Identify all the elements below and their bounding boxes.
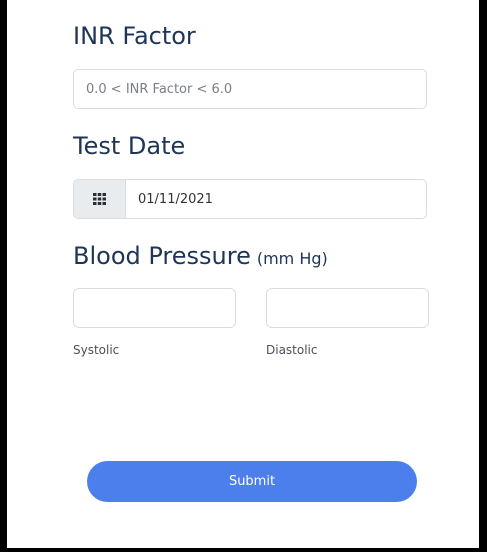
test-date-label: Test Date [73,132,186,160]
systolic-label: Systolic [73,343,120,357]
systolic-input[interactable] [74,289,239,329]
blood-pressure-label: Blood Pressure (mm Hg) [73,242,328,270]
test-date-input[interactable] [126,180,426,218]
calendar-grid-icon [93,193,106,205]
calendar-button[interactable] [74,180,126,218]
inr-factor-label: INR Factor [73,22,196,50]
blood-pressure-title: Blood Pressure [73,242,251,270]
systolic-field[interactable] [73,288,239,329]
diastolic-label: Diastolic [266,343,318,357]
test-date-field[interactable] [73,179,427,219]
diastolic-input[interactable] [267,289,432,329]
inr-factor-field[interactable] [73,69,427,109]
diastolic-field[interactable] [266,288,432,329]
form-panel: INR Factor Test Date Blood Pressure (mm H… [7,0,479,548]
submit-button[interactable]: Submit [87,461,417,502]
inr-factor-input[interactable] [74,70,426,108]
blood-pressure-unit: (mm Hg) [256,249,328,268]
